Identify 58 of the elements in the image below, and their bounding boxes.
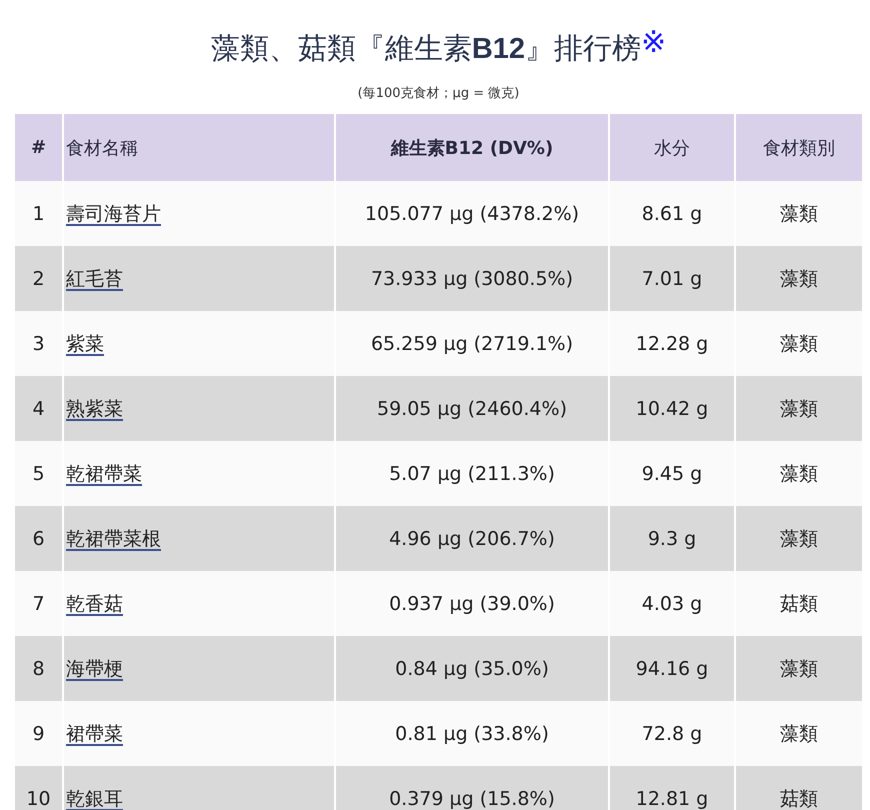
food-link[interactable]: 裙帶菜	[66, 722, 123, 744]
table-cell: 12.28 g	[609, 311, 735, 376]
rank-cell: 1	[15, 181, 63, 246]
food-link[interactable]: 乾裙帶菜根	[66, 528, 161, 550]
table-cell: 72.8 g	[609, 701, 735, 766]
column-header: #	[15, 114, 63, 181]
table-cell: 0.84 μg (35.0%)	[335, 636, 609, 701]
table-cell: 65.259 μg (2719.1%)	[335, 311, 609, 376]
table-cell: 9.3 g	[609, 506, 735, 571]
table-cell: 0.937 μg (39.0%)	[335, 571, 609, 636]
table-cell: 105.077 μg (4378.2%)	[335, 181, 609, 246]
rank-cell: 9	[15, 701, 63, 766]
table-cell: 藻類	[735, 441, 862, 506]
food-link[interactable]: 海帶梗	[66, 658, 123, 680]
rank-cell: 7	[15, 571, 63, 636]
table-cell: 4.03 g	[609, 571, 735, 636]
table-cell: 12.81 g	[609, 766, 735, 810]
footnote-link[interactable]: ※	[641, 25, 666, 60]
table-cell: 藻類	[735, 636, 862, 701]
food-link[interactable]: 熟紫菜	[66, 398, 123, 420]
rank-cell: 2	[15, 246, 63, 311]
column-header: 食材類別	[735, 114, 862, 181]
column-header: 水分	[609, 114, 735, 181]
table-cell: 4.96 μg (206.7%)	[335, 506, 609, 571]
table-cell: 藻類	[735, 181, 862, 246]
rank-cell: 8	[15, 636, 63, 701]
food-link[interactable]: 紅毛苔	[66, 268, 123, 290]
column-header: 食材名稱	[63, 114, 335, 181]
table-cell: 藻類	[735, 701, 862, 766]
rank-cell: 6	[15, 506, 63, 571]
subtitle: (每100克食材；μg = 微克)	[356, 85, 520, 102]
table-cell: 10.42 g	[609, 376, 735, 441]
table-cell: 0.81 μg (33.8%)	[335, 701, 609, 766]
food-link[interactable]: 紫菜	[66, 332, 104, 354]
food-link[interactable]: 壽司海苔片	[66, 202, 161, 224]
table-cell: 藻類	[735, 506, 862, 571]
table-cell: 7.01 g	[609, 246, 735, 311]
food-link[interactable]: 乾裙帶菜	[66, 462, 142, 484]
food-link[interactable]: 乾銀耳	[66, 788, 123, 810]
rank-cell: 3	[15, 311, 63, 376]
table-cell: 59.05 μg (2460.4%)	[335, 376, 609, 441]
table-cell: 藻類	[735, 376, 862, 441]
table-cell: 0.379 μg (15.8%)	[335, 766, 609, 810]
table-cell: 藻類	[735, 246, 862, 311]
table-cell: 9.45 g	[609, 441, 735, 506]
table-cell: 73.933 μg (3080.5%)	[335, 246, 609, 311]
table-cell: 菇類	[735, 571, 862, 636]
column-header: 維生素B12 (DV%)	[335, 114, 609, 181]
table-cell: 94.16 g	[609, 636, 735, 701]
table-cell: 8.61 g	[609, 181, 735, 246]
rank-cell: 4	[15, 376, 63, 441]
food-link[interactable]: 乾香菇	[66, 592, 123, 614]
rank-cell: 10	[15, 766, 63, 810]
table-cell: 菇類	[735, 766, 862, 810]
rank-cell: 5	[15, 441, 63, 506]
table-cell: 藻類	[735, 311, 862, 376]
page-title: 藻類、菇類『維生素B12』排行榜	[210, 31, 642, 65]
table-cell: 5.07 μg (211.3%)	[335, 441, 609, 506]
